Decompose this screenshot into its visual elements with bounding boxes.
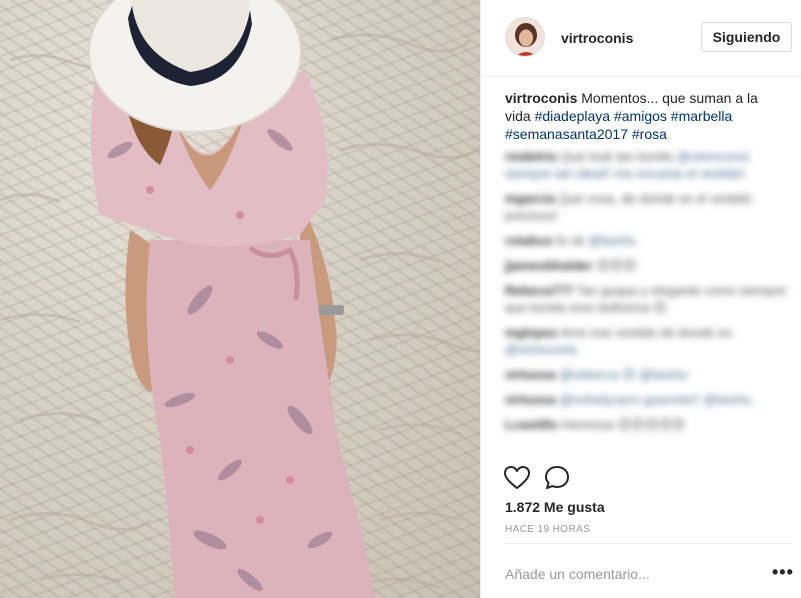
add-comment-bar: ••• — [505, 543, 793, 598]
comment-text: Amo ese vestido de donde es — [560, 325, 732, 340]
hashtag-link[interactable]: #amigos — [614, 108, 667, 124]
avatar[interactable] — [505, 17, 545, 57]
comment-bubble-icon[interactable] — [543, 464, 571, 492]
comment-mention[interactable]: @nohelycarro guarrete!! @lavirtu — [559, 392, 751, 407]
list-item: mglopez Amo ese vestido de donde es @vir… — [505, 324, 791, 358]
comment-mention[interactable]: @rebecca 😊 @lavirtu — [559, 367, 687, 382]
comment-username[interactable]: virtuosa — [505, 392, 556, 407]
list-item: Lcastillo Hermosa 😊😊😊😊😊 — [505, 416, 791, 433]
post-timestamp[interactable]: HACE 19 HORAS — [505, 524, 590, 535]
post-details-panel: virtroconis Siguiendo virtroconis Moment… — [480, 0, 801, 598]
action-bar — [481, 464, 801, 494]
caption-username[interactable]: virtroconis — [505, 90, 577, 106]
comment-username[interactable]: mgarcia — [505, 191, 555, 206]
comment-username[interactable]: rmdelrio — [505, 149, 557, 164]
comment-text: Hermosa 😊😊😊😊😊 — [561, 417, 686, 432]
heart-outline-icon[interactable] — [503, 464, 531, 492]
comment-username[interactable]: Lcastillo — [505, 417, 558, 432]
header-username[interactable]: virtroconis — [561, 30, 633, 46]
comment-username[interactable]: mglopez — [505, 325, 558, 340]
comment-username[interactable]: jjamesbhaider — [505, 258, 592, 273]
comment-username[interactable]: Rebeca777 — [505, 283, 573, 298]
list-item: rotabus fo ok @lavirtu — [505, 232, 791, 249]
bracelet — [318, 305, 344, 315]
following-button[interactable]: Siguiendo — [701, 22, 792, 52]
ellipsis-icon[interactable]: ••• — [772, 563, 793, 581]
comment-text: 😊😊😊 — [596, 258, 637, 273]
hashtag-link[interactable]: #diadeplaya — [535, 108, 611, 124]
hashtag-link[interactable]: #semanasanta2017 — [505, 126, 628, 142]
hashtag-link[interactable]: #rosa — [632, 126, 667, 142]
comment-text: fo ok — [556, 233, 589, 248]
comment-mention[interactable]: @virtroconis — [505, 342, 577, 357]
comment-list: rmdelrio Qué look tan bonito @virtroconi… — [505, 148, 791, 464]
comment-mention[interactable]: @lavirtu — [588, 233, 636, 248]
list-item: mgarcia Que cosa, de donde es el vestido… — [505, 190, 791, 224]
comment-username[interactable]: rotabus — [505, 233, 553, 248]
comment-input[interactable] — [505, 562, 745, 586]
dress-skirt — [146, 240, 375, 598]
beach-photo-illustration — [0, 0, 480, 598]
list-item: Rebeca777 Tan guapa y elegante como siem… — [505, 282, 791, 316]
like-count[interactable]: 1.872 Me gusta — [505, 499, 605, 515]
list-item: jjamesbhaider 😊😊😊 — [505, 257, 791, 274]
list-item: virtuosa @nohelycarro guarrete!! @lavirt… — [505, 391, 791, 408]
comment-username[interactable]: virtuosa — [505, 367, 556, 382]
post-header: virtroconis Siguiendo — [481, 0, 801, 77]
comment-text: Qué look tan bonito — [560, 149, 677, 164]
list-item: virtuosa @rebecca 😊 @lavirtu — [505, 366, 791, 383]
post-caption: virtroconis Momentos... que suman a la v… — [505, 89, 785, 143]
hashtag-link[interactable]: #marbella — [671, 108, 732, 124]
post-photo[interactable] — [0, 0, 480, 598]
list-item: rmdelrio Qué look tan bonito @virtroconi… — [505, 148, 791, 182]
